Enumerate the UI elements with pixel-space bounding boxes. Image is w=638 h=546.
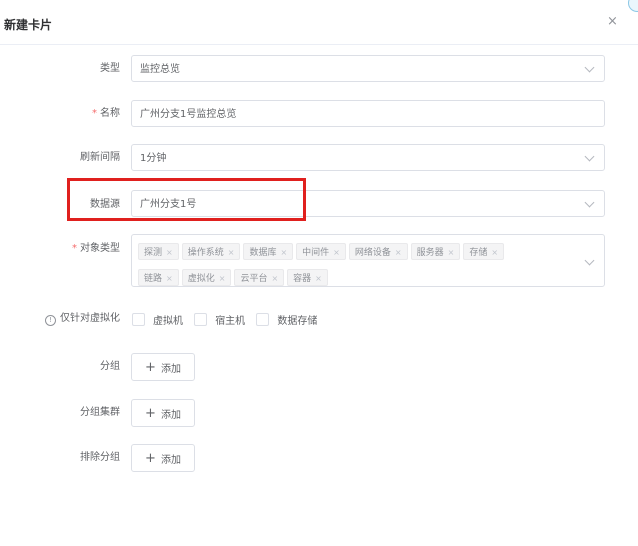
tag: 中间件 × bbox=[296, 243, 346, 260]
checkbox-box[interactable] bbox=[132, 313, 145, 326]
dialog-title: 新建卡片 bbox=[4, 18, 53, 32]
type-value: 监控总览 bbox=[140, 64, 180, 75]
object-type-label: * 对象类型 bbox=[4, 242, 120, 256]
tag-close-icon[interactable]: × bbox=[491, 248, 498, 257]
exclude-group-label-text: 排除分组 bbox=[80, 452, 120, 463]
tag: 容器 × bbox=[287, 269, 328, 286]
required-mark: * bbox=[92, 108, 97, 119]
virtual-options: 虚拟机 宿主机 数据存储 bbox=[132, 312, 325, 329]
tag-close-icon[interactable]: × bbox=[228, 248, 235, 257]
tag-close-icon[interactable]: × bbox=[315, 274, 322, 283]
checkbox-label: 数据存储 bbox=[277, 316, 318, 327]
checkbox-box[interactable] bbox=[256, 313, 270, 326]
group-label: 分组 bbox=[4, 360, 120, 374]
tag-label: 存储 bbox=[469, 248, 488, 258]
exclude-group-label: 排除分组 bbox=[4, 451, 120, 465]
tag-close-icon[interactable]: × bbox=[448, 248, 455, 257]
checkbox-vm[interactable]: 虚拟机 bbox=[132, 312, 183, 327]
type-select[interactable]: 监控总览 bbox=[131, 55, 605, 82]
tag-close-icon[interactable]: × bbox=[166, 248, 173, 257]
name-label: * 名称 bbox=[4, 107, 120, 121]
tag-close-icon[interactable]: × bbox=[271, 274, 278, 283]
tag-list: 探测 × 操作系统 × 数据库 × 中间件 × 网络设备 × 服务器 × 存储 × 链路 × 虚拟化 × 云平台 × 容… bbox=[138, 240, 558, 292]
group-label-text: 分组 bbox=[100, 361, 120, 372]
tag: 操作系统 × bbox=[181, 243, 241, 260]
dialog-header: 新建卡片 × bbox=[0, 0, 638, 45]
tag-label: 云平台 bbox=[240, 274, 268, 284]
close-icon[interactable]: × bbox=[607, 14, 618, 30]
tag: 探测 × bbox=[138, 243, 179, 260]
name-label-text: 名称 bbox=[100, 108, 120, 119]
tag: 虚拟化 × bbox=[181, 269, 232, 286]
add-exclude-group-button[interactable]: + 添加 bbox=[131, 444, 195, 472]
chevron-down-icon bbox=[584, 62, 595, 73]
tag: 存储 × bbox=[463, 243, 505, 260]
checkbox-datastore[interactable]: 数据存储 bbox=[256, 312, 317, 327]
tag-label: 探测 bbox=[144, 248, 163, 258]
refresh-label: 刷新间隔 bbox=[4, 151, 120, 165]
refresh-label-text: 刷新间隔 bbox=[80, 152, 120, 163]
checkbox-label: 宿主机 bbox=[215, 316, 246, 327]
object-type-select[interactable]: 探测 × 操作系统 × 数据库 × 中间件 × 网络设备 × 服务器 × 存储 × 链路 × 虚拟化 × 云平台 × 容… bbox=[131, 234, 605, 287]
tag-label: 容器 bbox=[293, 274, 312, 284]
tag: 数据库 × bbox=[243, 243, 294, 260]
tag-close-icon[interactable]: × bbox=[280, 248, 287, 257]
group-cluster-label-text: 分组集群 bbox=[80, 407, 120, 418]
tag-close-icon[interactable]: × bbox=[166, 274, 173, 283]
tag-close-icon[interactable]: × bbox=[219, 274, 226, 283]
virtual-only-label: ! 仅针对虚拟化 bbox=[4, 312, 120, 326]
required-mark: * bbox=[72, 243, 77, 254]
add-label: 添加 bbox=[160, 454, 181, 466]
tag: 云平台 × bbox=[234, 269, 285, 286]
info-icon: ! bbox=[45, 315, 56, 326]
tag: 网络设备 × bbox=[348, 243, 408, 260]
highlight-box bbox=[67, 178, 306, 221]
add-group-cluster-button[interactable]: + 添加 bbox=[131, 399, 195, 427]
tag-label: 服务器 bbox=[416, 248, 444, 258]
tag-label: 网络设备 bbox=[354, 248, 391, 258]
checkbox-host[interactable]: 宿主机 bbox=[194, 312, 245, 327]
plus-icon: + bbox=[145, 450, 156, 466]
name-input[interactable]: 广州分支1号监控总览 bbox=[131, 100, 605, 127]
chevron-down-icon bbox=[584, 255, 595, 266]
new-card-dialog: 新建卡片 × 类型 监控总览 * 名称 广州分支1号监控总览 刷新间隔 1分钟 数… bbox=[0, 0, 638, 546]
plus-icon: + bbox=[145, 405, 156, 421]
tag-label: 数据库 bbox=[249, 248, 277, 258]
checkbox-box[interactable] bbox=[194, 313, 208, 326]
group-cluster-label: 分组集群 bbox=[4, 406, 120, 420]
type-label-text: 类型 bbox=[100, 63, 120, 74]
add-label: 添加 bbox=[160, 409, 181, 421]
plus-icon: + bbox=[145, 359, 156, 375]
name-value: 广州分支1号监控总览 bbox=[140, 109, 237, 120]
tag-close-icon[interactable]: × bbox=[395, 248, 402, 257]
tag-label: 链路 bbox=[144, 274, 163, 284]
tag-label: 虚拟化 bbox=[187, 274, 215, 284]
object-type-label-text: 对象类型 bbox=[80, 243, 120, 254]
tag-label: 中间件 bbox=[302, 248, 330, 258]
tag-label: 操作系统 bbox=[187, 248, 224, 258]
virtual-only-label-text: 仅针对虚拟化 bbox=[60, 313, 120, 324]
add-group-button[interactable]: + 添加 bbox=[131, 353, 195, 381]
chevron-down-icon bbox=[584, 197, 595, 208]
refresh-select[interactable]: 1分钟 bbox=[131, 144, 605, 171]
tag: 服务器 × bbox=[410, 243, 461, 260]
tag-close-icon[interactable]: × bbox=[333, 248, 340, 257]
refresh-value: 1分钟 bbox=[140, 153, 167, 164]
tag: 链路 × bbox=[138, 269, 179, 286]
checkbox-label: 虚拟机 bbox=[153, 316, 183, 327]
chevron-down-icon bbox=[584, 151, 595, 162]
type-label: 类型 bbox=[4, 62, 120, 76]
add-label: 添加 bbox=[160, 363, 181, 375]
